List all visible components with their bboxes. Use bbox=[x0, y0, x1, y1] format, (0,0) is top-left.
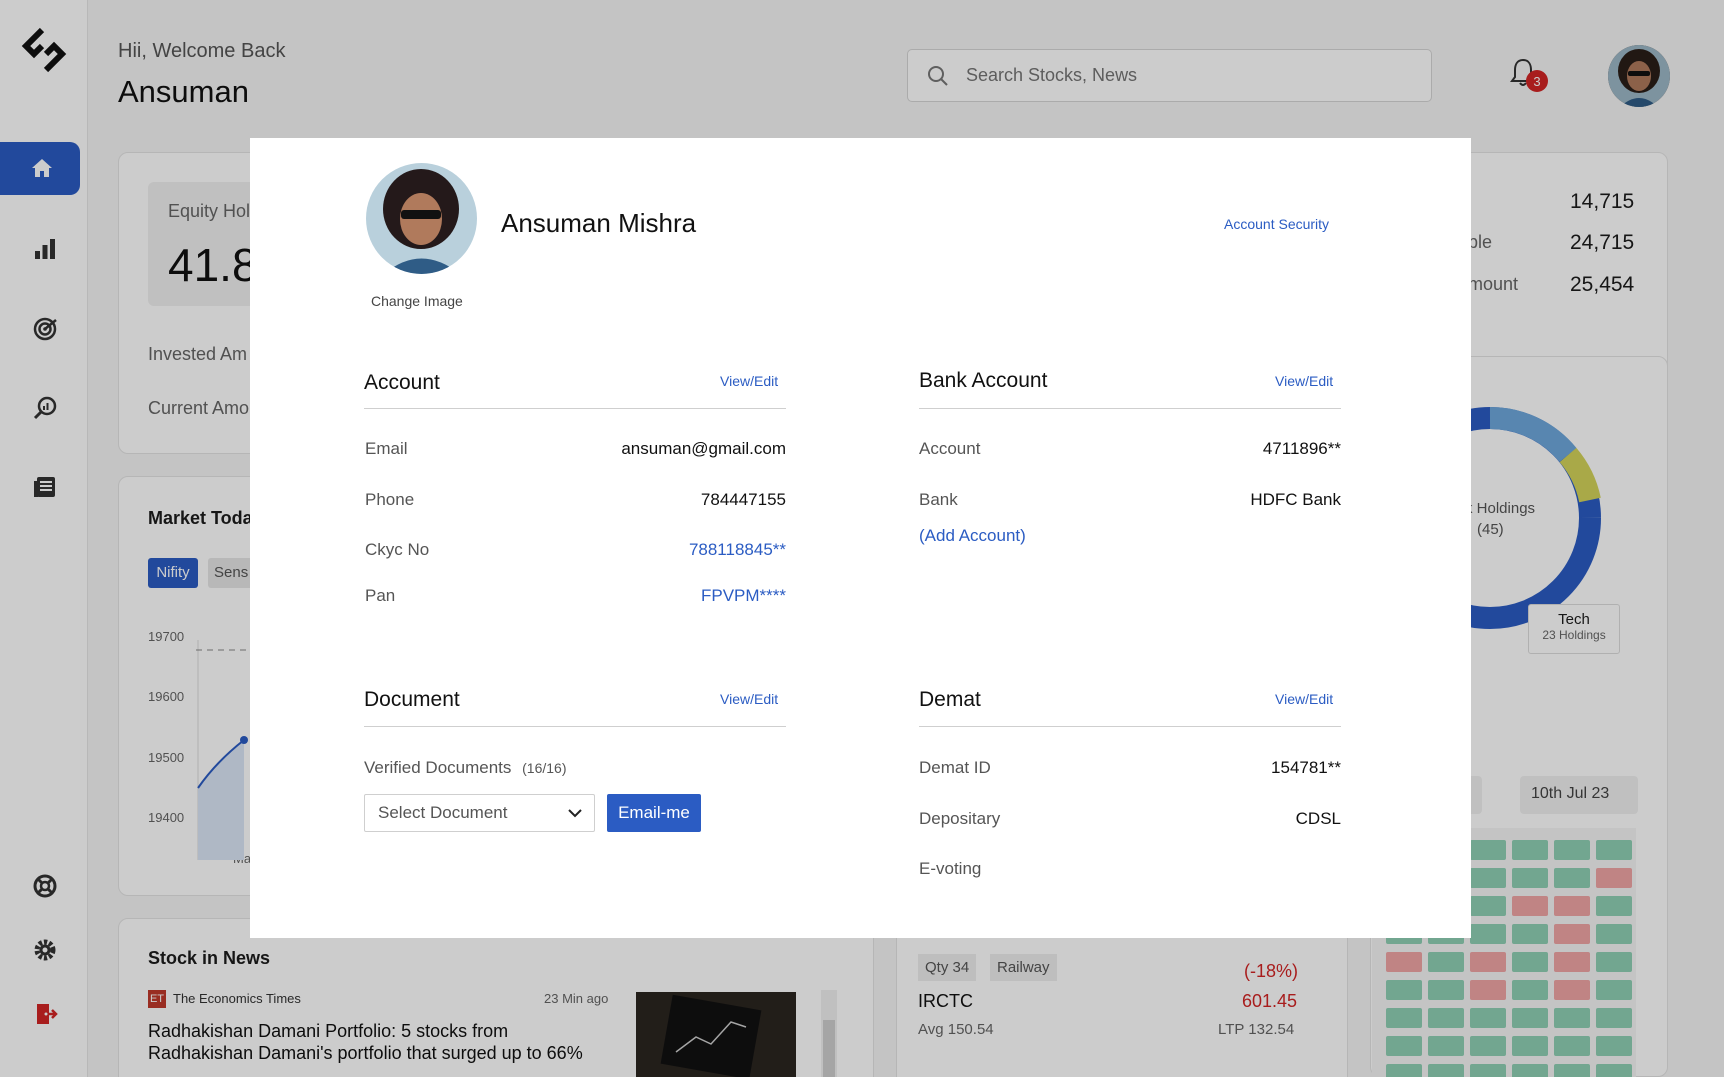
ckyc-value[interactable]: 788118845** bbox=[586, 540, 786, 560]
bank-name-value: HDFC Bank bbox=[1250, 490, 1341, 509]
bank-name-label: Bank bbox=[919, 490, 958, 509]
change-image-link[interactable]: Change Image bbox=[371, 293, 463, 309]
bank-account-label: Account bbox=[919, 439, 981, 458]
email-me-button[interactable]: Email-me bbox=[607, 794, 701, 832]
account-section-title: Account bbox=[364, 371, 440, 394]
divider bbox=[919, 726, 1341, 727]
phone-value: 784447155 bbox=[700, 490, 786, 509]
verified-documents-count: (16/16) bbox=[522, 760, 567, 776]
account-edit-link[interactable]: View/Edit bbox=[720, 373, 778, 389]
depositary-label: Depositary bbox=[919, 809, 1001, 828]
divider bbox=[919, 408, 1341, 409]
add-account-link[interactable]: (Add Account) bbox=[919, 526, 1026, 546]
bank-account-value: 4711896** bbox=[1262, 439, 1341, 458]
document-section-title: Document bbox=[364, 688, 460, 711]
verified-documents-text: Verified Documents bbox=[364, 758, 512, 777]
email-value: ansuman@gmail.com bbox=[621, 439, 786, 458]
pan-value[interactable]: FPVPM**** bbox=[586, 586, 786, 606]
chevron-down-icon bbox=[568, 809, 582, 818]
demat-edit-link[interactable]: View/Edit bbox=[1275, 691, 1333, 707]
demat-section-title: Demat bbox=[919, 688, 981, 711]
divider bbox=[364, 408, 786, 409]
select-document-dropdown[interactable]: Select Document bbox=[364, 794, 595, 832]
bank-section-title: Bank Account bbox=[919, 369, 1048, 392]
demat-id-label: Demat ID bbox=[919, 758, 991, 777]
demat-id-value: 154781** bbox=[1271, 758, 1341, 777]
profile-avatar[interactable] bbox=[366, 163, 477, 274]
bank-edit-link[interactable]: View/Edit bbox=[1275, 373, 1333, 389]
phone-label: Phone bbox=[365, 490, 415, 509]
document-edit-link[interactable]: View/Edit bbox=[720, 691, 778, 707]
depositary-value: CDSL bbox=[1295, 809, 1341, 828]
email-label: Email bbox=[365, 439, 408, 458]
divider bbox=[364, 726, 786, 727]
account-security-link[interactable]: Account Security bbox=[1224, 216, 1329, 232]
select-document-value: Select Document bbox=[378, 803, 508, 822]
ckyc-label: Ckyc No bbox=[365, 540, 430, 559]
profile-full-name: Ansuman Mishra bbox=[501, 208, 697, 238]
pan-label: Pan bbox=[365, 586, 396, 605]
e-voting-label: E-voting bbox=[919, 859, 982, 878]
verified-documents-label: Verified Documents (16/16) bbox=[364, 758, 567, 778]
